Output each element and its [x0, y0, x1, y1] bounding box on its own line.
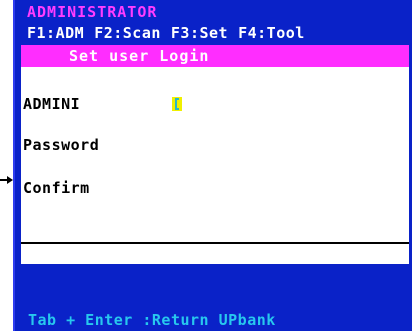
- text-cursor-icon: [172, 97, 182, 111]
- panel-title: Set user Login: [69, 47, 210, 65]
- osd-window: ADMINISTRATOR F1:ADM F2:Scan F3:Set F4:T…: [13, 0, 412, 331]
- login-panel: Set user Login ADMINI Password Confirm: [21, 45, 409, 264]
- footer-hint: Tab + Enter :Return UPbank: [28, 311, 276, 329]
- username-input[interactable]: [183, 95, 383, 113]
- menu-item-tool[interactable]: F4:Tool: [238, 24, 305, 44]
- menu-bar: F1:ADM F2:Scan F3:Set F4:Tool: [27, 24, 408, 44]
- window-title: ADMINISTRATOR: [27, 3, 158, 21]
- password-input[interactable]: [141, 136, 361, 154]
- screen: ADMINISTRATOR F1:ADM F2:Scan F3:Set F4:T…: [0, 0, 412, 331]
- password-label: Password: [23, 136, 100, 154]
- panel-header: Set user Login: [21, 45, 409, 67]
- username-label: ADMINI: [23, 95, 81, 113]
- confirm-password-input[interactable]: [141, 179, 361, 197]
- menu-item-set[interactable]: F3:Set: [171, 24, 228, 44]
- pointer-arrow-icon: [0, 176, 13, 184]
- menu-item-scan[interactable]: F2:Scan: [94, 24, 161, 44]
- menu-item-adm[interactable]: F1:ADM: [27, 24, 84, 44]
- divider: [21, 242, 409, 244]
- confirm-label: Confirm: [23, 179, 90, 197]
